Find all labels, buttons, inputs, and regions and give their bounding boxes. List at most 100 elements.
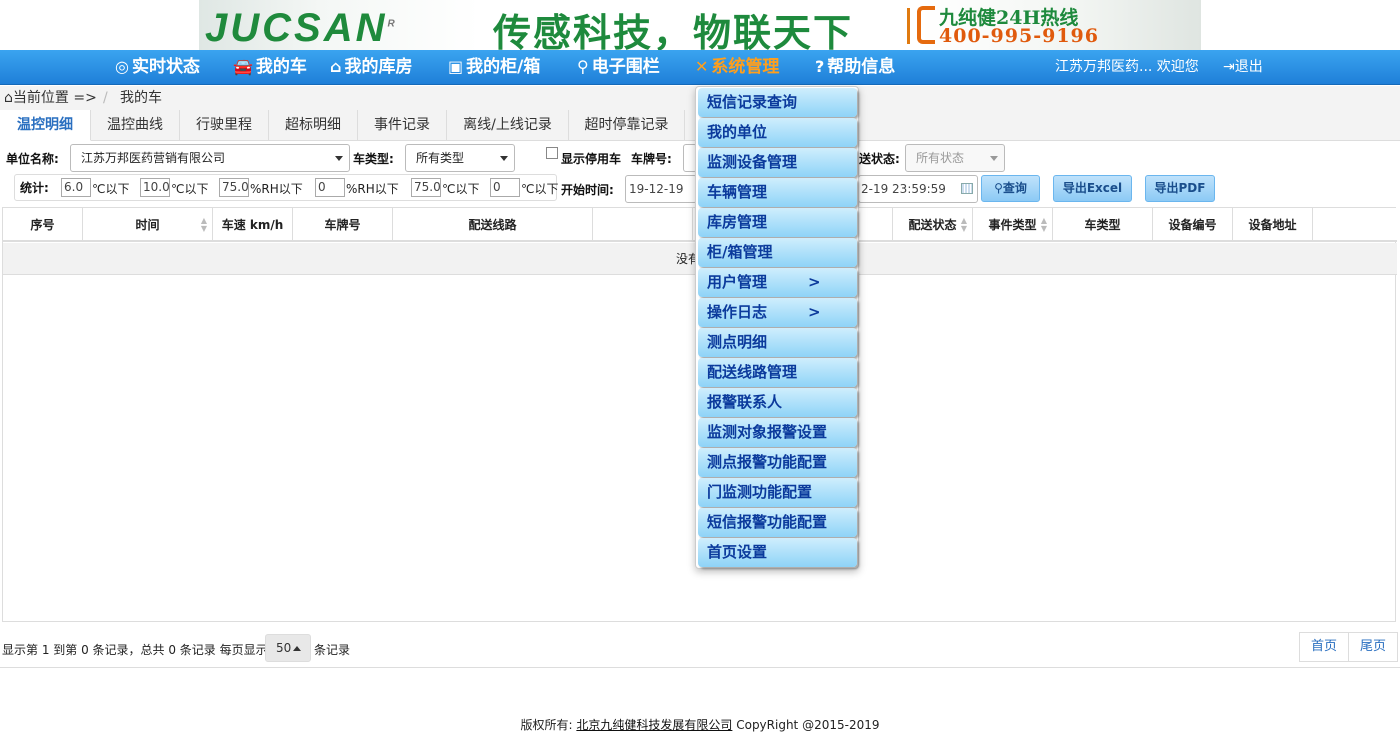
sort-icon: ▲ ▼ <box>1040 216 1047 233</box>
tab-offline-online[interactable]: 离线/上线记录 <box>447 110 569 141</box>
stat-unit-1: ℃以下 <box>92 182 130 196</box>
help-icon: ? <box>815 57 825 76</box>
menu-item-alarm-contacts[interactable]: 报警联系人 <box>698 388 857 417</box>
menu-item-homepage-settings[interactable]: 首页设置 <box>698 538 857 567</box>
col-device-addr[interactable]: 设备地址 <box>1233 208 1313 242</box>
breadcrumb-current: 我的车 <box>120 90 162 106</box>
box-icon: ▣ <box>448 57 464 76</box>
query-button[interactable]: ⚲查询 <box>981 175 1040 202</box>
banner-slogan: 传感科技，物联天下 <box>493 10 854 55</box>
stat-input-2[interactable]: 10.0 <box>140 178 170 197</box>
delivery-status-label: 送状态: <box>859 152 900 166</box>
col-hidden-a[interactable] <box>593 208 693 242</box>
stat-unit-4: %RH以下 <box>346 182 399 196</box>
caret-up-icon <box>293 646 301 651</box>
search-icon: ⚲ <box>994 181 1003 195</box>
unit-label: 单位名称: <box>6 152 59 166</box>
tab-overlimit[interactable]: 超标明细 <box>269 110 358 141</box>
menu-item-route-management[interactable]: 配送线路管理 <box>698 358 857 387</box>
chevron-down-icon <box>335 156 343 161</box>
stat-unit-6: ℃以下 <box>521 182 559 196</box>
submenu-arrow-icon: > <box>808 303 821 321</box>
menu-item-cabinet-management[interactable]: 柜/箱管理 <box>698 238 857 267</box>
export-pdf-button[interactable]: 导出PDF <box>1145 175 1215 202</box>
header-banner: JUCSANR 传感科技，物联天下 九纯健24H热线 400-995-9196 <box>0 0 1400 55</box>
menu-item-sms-alarm-config[interactable]: 短信报警功能配置 <box>698 508 857 537</box>
menu-item-vehicle-management[interactable]: 车辆管理 <box>698 178 857 207</box>
unit-select[interactable]: 江苏万邦医药营销有限公司 <box>70 144 350 172</box>
home-icon: ⌂ <box>4 90 13 106</box>
nav-my-car[interactable]: 🚘 我的车 <box>233 50 307 85</box>
end-time-input[interactable]: 2-19 23:59:59 <box>858 175 978 203</box>
menu-item-my-unit[interactable]: 我的单位 <box>698 118 857 147</box>
plate-label: 车牌号: <box>631 152 672 166</box>
tab-temp-curve[interactable]: 温控曲线 <box>91 110 180 141</box>
menu-item-sms-query[interactable]: 短信记录查询 <box>698 88 857 117</box>
car-type-select[interactable]: 所有类型 <box>405 144 515 172</box>
stat-input-6[interactable]: 0 <box>490 178 520 197</box>
nav-realtime-status[interactable]: ◎ 实时状态 <box>115 50 200 85</box>
pagination-info: 显示第 1 到第 0 条记录，总共 0 条记录 每页显示 <box>2 643 268 657</box>
breadcrumb-separator: / <box>103 90 108 106</box>
sort-icon: ▲ ▼ <box>960 216 967 233</box>
car-type-label: 车类型: <box>353 152 394 166</box>
col-device-no[interactable]: 设备编号 <box>1153 208 1233 242</box>
tab-mileage[interactable]: 行驶里程 <box>180 110 269 141</box>
export-excel-button[interactable]: 导出Excel <box>1053 175 1132 202</box>
banner-image: JUCSANR 传感科技，物联天下 九纯健24H热线 400-995-9196 <box>199 0 1201 55</box>
map-marker-icon: ⚲ <box>577 57 589 76</box>
tab-temp-detail[interactable]: 温控明细 <box>0 110 91 141</box>
menu-item-warehouse-management[interactable]: 库房管理 <box>698 208 857 237</box>
stat-unit-5: ℃以下 <box>442 182 480 196</box>
submenu-arrow-icon: > <box>808 273 821 291</box>
col-event-type[interactable]: 事件类型 ▲ ▼ <box>973 208 1053 242</box>
stat-input-5[interactable]: 75.0 <box>411 178 441 197</box>
first-page-button[interactable]: 首页 <box>1299 632 1349 662</box>
stat-input-3[interactable]: 75.0 <box>219 178 249 197</box>
show-disabled-label: 显示停用车 <box>561 152 622 166</box>
nav-system-management[interactable]: ✕ 系统管理 <box>695 50 779 85</box>
car-icon: 🚘 <box>233 57 253 76</box>
banner-divider <box>907 8 910 44</box>
nav-my-cabinet[interactable]: ▣ 我的柜/箱 <box>448 50 540 85</box>
nav-help[interactable]: ? 帮助信息 <box>815 50 895 85</box>
menu-item-operation-log[interactable]: 操作日志 > <box>698 298 857 327</box>
calendar-icon <box>961 183 973 194</box>
nav-my-warehouse[interactable]: ⌂ 我的库房 <box>330 50 412 85</box>
menu-item-object-alarm-settings[interactable]: 监测对象报警设置 <box>698 418 857 447</box>
tab-events[interactable]: 事件记录 <box>358 110 447 141</box>
dashboard-icon: ◎ <box>115 57 129 76</box>
chevron-down-icon <box>990 156 998 161</box>
delivery-status-select[interactable]: 所有状态 <box>905 144 1005 172</box>
logout-link[interactable]: ⇥退出 <box>1223 50 1263 84</box>
page-size-select[interactable]: 50 <box>265 634 311 662</box>
stats-label: 统计: <box>20 181 49 195</box>
welcome-user: 江苏万邦医药... 欢迎您 <box>1055 59 1199 75</box>
breadcrumb-home[interactable]: ⌂当前位置 => <box>4 86 97 110</box>
col-route[interactable]: 配送线路 <box>393 208 593 242</box>
col-car-type[interactable]: 车类型 <box>1053 208 1153 242</box>
col-time[interactable]: 时间 ▲ ▼ <box>83 208 213 242</box>
menu-item-device-management[interactable]: 监测设备管理 <box>698 148 857 177</box>
menu-item-point-alarm-config[interactable]: 测点报警功能配置 <box>698 448 857 477</box>
nav-geofence[interactable]: ⚲ 电子围栏 <box>577 50 660 85</box>
pagination: 显示第 1 到第 0 条记录，总共 0 条记录 每页显示 50 条记录 首页 尾… <box>0 630 1400 668</box>
last-page-button[interactable]: 尾页 <box>1348 632 1398 662</box>
menu-item-measure-points[interactable]: 测点明细 <box>698 328 857 357</box>
menu-item-door-monitor-config[interactable]: 门监测功能配置 <box>698 478 857 507</box>
company-link[interactable]: 北京九纯健科技发展有限公司 <box>576 718 732 732</box>
col-index[interactable]: 序号 <box>3 208 83 242</box>
stat-input-1[interactable]: 6.0 <box>61 178 91 197</box>
records-suffix: 条记录 <box>314 643 351 657</box>
main-navbar: ◎ 实时状态 🚘 我的车 ⌂ 我的库房 ▣ 我的柜/箱 ⚲ 电子围栏 ✕ 系统管理 ? 帮助信… <box>0 50 1400 85</box>
menu-item-user-management[interactable]: 用户管理 > <box>698 268 857 297</box>
col-delivery-status[interactable]: 配送状态 ▲ ▼ <box>893 208 973 242</box>
col-speed[interactable]: 车速 km/h <box>213 208 293 242</box>
start-time-input[interactable]: 19-12-19 00 <box>625 175 697 222</box>
show-disabled-checkbox[interactable] <box>546 147 558 159</box>
system-management-dropdown: 短信记录查询 我的单位 监测设备管理 车辆管理 库房管理 柜/箱管理 用户管理 >… <box>695 86 859 569</box>
stat-input-4[interactable]: 0 <box>315 178 345 197</box>
col-plate[interactable]: 车牌号 <box>293 208 393 242</box>
sort-icon: ▲ ▼ <box>200 216 207 233</box>
tab-overtime-stop[interactable]: 超时停靠记录 <box>569 110 685 141</box>
